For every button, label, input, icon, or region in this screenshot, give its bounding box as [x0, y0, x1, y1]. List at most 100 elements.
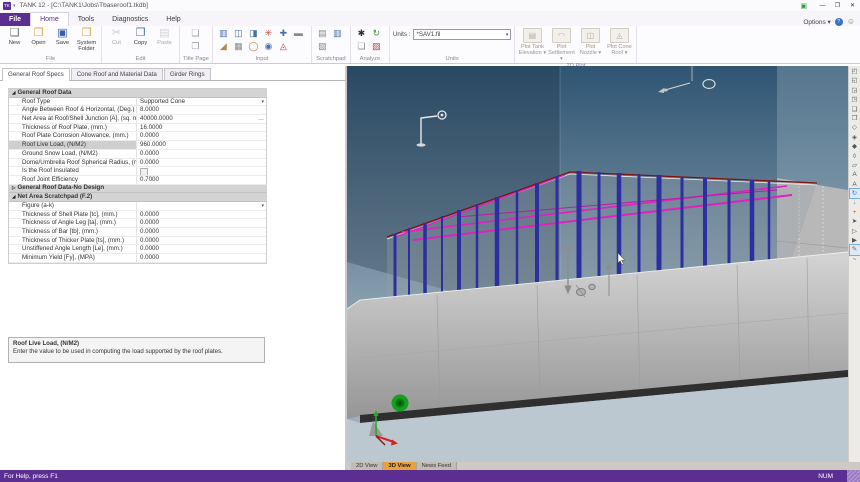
grid-row-value[interactable]: Supported Cone▾: [137, 98, 266, 106]
pick-element-icon[interactable]: ▶: [850, 236, 860, 245]
select-arrow-icon[interactable]: ▷: [850, 227, 860, 236]
ring-beam-icon[interactable]: ◯: [246, 40, 261, 53]
grid-row-dome-umbrella-roof-spherical-radius-mm[interactable]: Dome/Umbrella Roof Spherical Radius, (mm…: [9, 159, 266, 168]
system-folder-button[interactable]: ❒System Folder: [75, 27, 98, 52]
rotate-view-icon[interactable]: ↻: [850, 189, 860, 198]
grid-row-value[interactable]: 16.0000: [137, 124, 266, 132]
grid-row-thickness-of-angle-leg-ta-mm[interactable]: Thickness of Angle Leg [ta], (mm.)0.0000: [9, 219, 266, 228]
grid-row-roof-type[interactable]: Roof TypeSupported Cone▾: [9, 98, 266, 107]
tab-diagnostics[interactable]: Diagnostics: [103, 13, 157, 26]
save-button[interactable]: ▣Save: [51, 27, 74, 52]
iso-view-se-icon[interactable]: ◇: [850, 123, 860, 132]
output-page-icon[interactable]: ❏: [354, 40, 369, 53]
grid-row-unstiffened-angle-length-le-mm[interactable]: Unstiffened Angle Length [Le], (mm.)0.00…: [9, 245, 266, 254]
chevron-down-icon[interactable]: ▾: [261, 202, 264, 210]
grid-row-value[interactable]: 0.0000: [137, 237, 266, 245]
annotate-label-icon[interactable]: A: [850, 180, 860, 189]
close-button[interactable]: ✕: [845, 2, 860, 9]
grid-row-value[interactable]: 0.0000: [137, 228, 266, 236]
grid-row-value[interactable]: 0.7000: [137, 176, 266, 184]
view-back-icon[interactable]: ❐: [850, 114, 860, 123]
iso-view-nw-icon[interactable]: ◊: [850, 152, 860, 161]
grid-row-value[interactable]: 0.0000: [137, 245, 266, 253]
grillage-icon[interactable]: ▦: [231, 40, 246, 53]
grid-group-general-roof-data[interactable]: ◢General Roof Data: [9, 89, 266, 98]
3d-viewport[interactable]: [347, 66, 848, 462]
collapse-icon[interactable]: ◢: [12, 193, 15, 201]
grid-group-general-roof-data-no-design[interactable]: ▷General Roof Data-No Design: [9, 185, 266, 194]
feedback-icon[interactable]: ☺: [847, 18, 855, 26]
collapse-icon[interactable]: ◢: [12, 89, 15, 97]
help-icon[interactable]: ?: [835, 18, 843, 26]
grid-row-ground-snow-load-n-m2[interactable]: Ground Snow Load, (N/M2)0.0000: [9, 150, 266, 159]
fitting-icon[interactable]: ✚: [276, 27, 291, 40]
axonometric-view-icon[interactable]: ▱: [850, 161, 860, 170]
title-page-icon[interactable]: ❏: [188, 27, 203, 40]
grid-row-minimum-yield-fy-mpa[interactable]: Minimum Yield [Fy], (MPA)0.0000: [9, 254, 266, 263]
units-combobox[interactable]: *SAV1.fil▾: [413, 29, 511, 40]
annotate-text-icon[interactable]: A: [850, 170, 860, 179]
copy-button[interactable]: ❐Copy: [129, 27, 152, 46]
run-analysis-icon[interactable]: ✱: [354, 27, 369, 40]
grid-row-thickness-of-thicker-plate-ts-mm[interactable]: Thickness of Thicker Plate [ts], (mm.)0.…: [9, 237, 266, 246]
grid-row-value[interactable]: 0.0000: [137, 159, 266, 167]
grid-row-value[interactable]: 40000.0000…: [137, 115, 266, 123]
grid-row-value[interactable]: 8.0000: [137, 106, 266, 114]
tank-input-icon[interactable]: ▥: [216, 27, 231, 40]
view-bottom-icon[interactable]: ◱: [850, 76, 860, 85]
redline-pencil-icon[interactable]: ✎: [850, 245, 860, 254]
quick-access-caret-icon[interactable]: ▾: [13, 3, 16, 9]
grid-group-net-area-scratchpad-f-2[interactable]: ◢Net Area Scratchpad (F.2): [9, 193, 266, 202]
grid-row-value[interactable]: 0.0000: [137, 132, 266, 140]
curve-tool-icon[interactable]: ~: [850, 255, 860, 264]
new-button[interactable]: ❏New: [3, 27, 26, 52]
drop-to-grade-icon[interactable]: ↓: [850, 198, 860, 207]
tab-tools[interactable]: Tools: [69, 13, 103, 26]
grid-row-value[interactable]: ▾: [137, 202, 266, 210]
open-button[interactable]: ❐Open: [27, 27, 50, 52]
grid-row-thickness-of-bar-tb-mm[interactable]: Thickness of Bar [tb], (mm.)0.0000: [9, 228, 266, 237]
panel-tab-girder-rings[interactable]: Girder Rings: [164, 68, 211, 80]
grid-row-net-area-at-roof-shell-junction-a-sq-mm[interactable]: Net Area at Roof/Shell Junction [A], (sq…: [9, 115, 266, 124]
plate-icon[interactable]: ▬: [291, 27, 306, 40]
reanalyze-icon[interactable]: ↻: [369, 27, 384, 40]
grid-row-value[interactable]: 0.0000: [137, 211, 266, 219]
view-tab-news-feed[interactable]: News Feed: [417, 462, 457, 470]
tab-help[interactable]: Help: [157, 13, 189, 26]
browse-ellipsis-button[interactable]: …: [258, 115, 264, 123]
view-left-icon[interactable]: ◲: [850, 86, 860, 95]
options-menu[interactable]: Options ▾: [803, 18, 830, 26]
minimize-button[interactable]: —: [815, 3, 830, 9]
foundation-icon[interactable]: ◢: [216, 40, 231, 53]
grid-row-roof-plate-corrosion-allowance-mm[interactable]: Roof Plate Corrosion Allowance, (mm.)0.0…: [9, 132, 266, 141]
grid-row-value[interactable]: [137, 167, 266, 175]
tab-home[interactable]: Home: [30, 12, 69, 27]
expand-icon[interactable]: ▷: [12, 184, 15, 192]
grid-row-value[interactable]: 0.0000: [137, 150, 266, 158]
view-top-icon[interactable]: ◰: [850, 67, 860, 76]
app-icon[interactable]: TK: [3, 2, 11, 10]
tab-file[interactable]: File: [0, 13, 30, 26]
title-page-edit-icon[interactable]: ❐: [188, 40, 203, 53]
grid-row-thickness-of-roof-plate-mm[interactable]: Thickness of Roof Plate, (mm.)16.0000: [9, 124, 266, 133]
scratchpad-calc-icon[interactable]: ▥: [330, 27, 345, 40]
resize-grip[interactable]: [847, 470, 860, 482]
grid-row-angle-between-roof-horizontal-deg[interactable]: Angle Between Roof & Horizontal, (Deg.)8…: [9, 106, 266, 115]
grid-row-thickness-of-shell-plate-tc-mm[interactable]: Thickness of Shell Plate [tc], (mm.)0.00…: [9, 211, 266, 220]
grid-row-roof-live-load-n-m2[interactable]: Roof Live Load, (N/M2)960.0000: [9, 141, 266, 150]
view-right-icon[interactable]: ◳: [850, 95, 860, 104]
scratchpad-report-icon[interactable]: ▧: [315, 40, 330, 53]
pan-view-icon[interactable]: +: [850, 208, 860, 217]
grid-row-is-the-roof-insulated[interactable]: Is the Roof Insulated: [9, 167, 266, 176]
insulated-checkbox[interactable]: [140, 168, 148, 175]
wind-load-icon[interactable]: ✳: [261, 27, 276, 40]
grid-row-value[interactable]: 0.0000: [137, 254, 266, 262]
walk-mode-icon[interactable]: ➤: [850, 217, 860, 226]
iso-view-sw-icon[interactable]: ◈: [850, 133, 860, 142]
roof-structure-icon[interactable]: ◉: [261, 40, 276, 53]
chevron-down-icon[interactable]: ▾: [261, 98, 264, 106]
derrick-icon[interactable]: ◬: [276, 40, 291, 53]
scratchpad-sheet-icon[interactable]: ▤: [315, 27, 330, 40]
nozzle-input-icon[interactable]: ◨: [246, 27, 261, 40]
view-tab-2d-view[interactable]: 2D View: [351, 462, 383, 470]
